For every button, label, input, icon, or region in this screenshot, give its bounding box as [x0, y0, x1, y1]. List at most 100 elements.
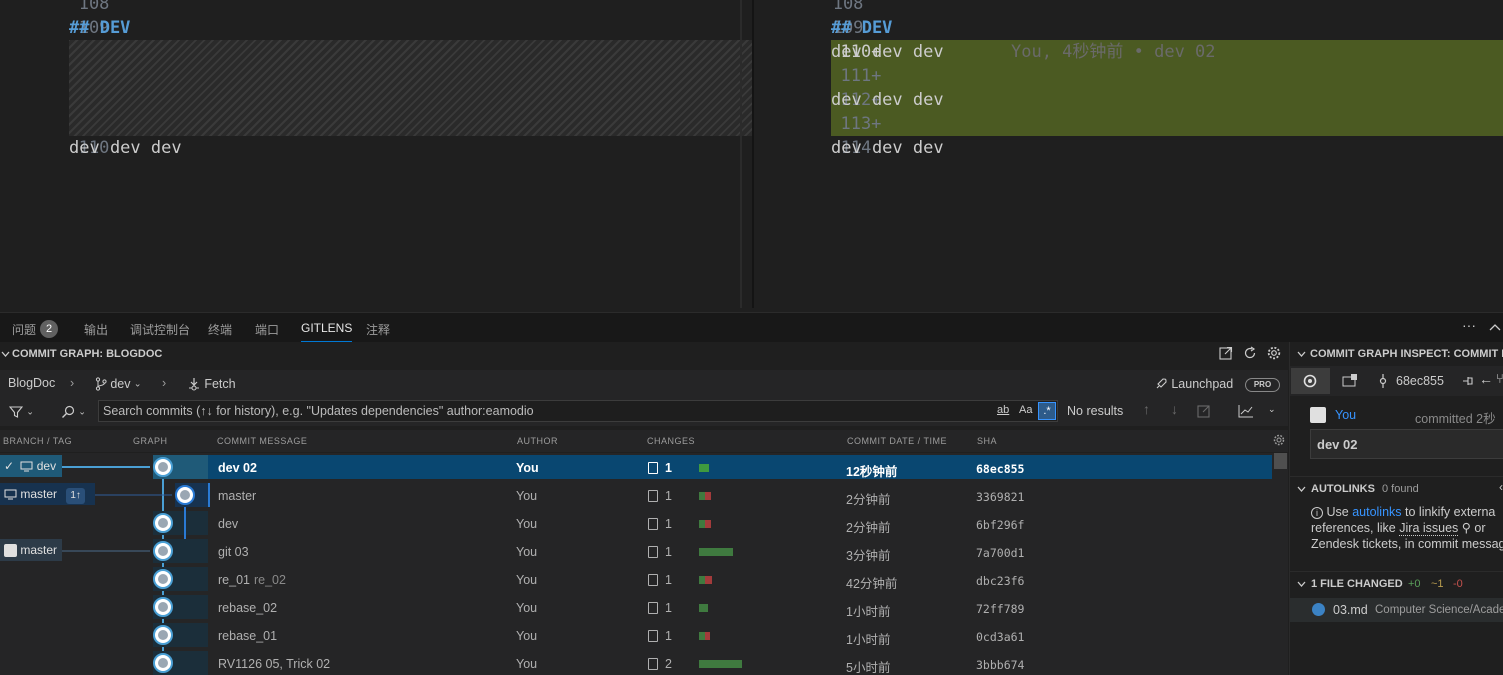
- chevron-up-icon[interactable]: [1489, 322, 1501, 332]
- inline-blame[interactable]: You, 4秒钟前 • dev 02: [1011, 40, 1216, 64]
- commit-row[interactable]: rebase_01 You 1 1小时前 0cd3a61: [0, 621, 1272, 649]
- author-link[interactable]: You: [1335, 408, 1356, 422]
- regex-toggle[interactable]: .*: [1038, 402, 1056, 420]
- commit-node[interactable]: [153, 597, 173, 617]
- commit-date: 12秒钟前: [846, 465, 898, 479]
- filter-icon: [8, 406, 24, 418]
- commit-graph-header[interactable]: COMMIT GRAPH: BLOGDOC: [0, 342, 1288, 366]
- section-title: 1 FILE CHANGED: [1311, 578, 1403, 590]
- commit-row[interactable]: dev You 1 2分钟前 6bf296f: [0, 509, 1272, 537]
- filter-button[interactable]: ⌄: [8, 404, 34, 419]
- graph-column-header: BRANCH / TAG GRAPH COMMIT MESSAGE AUTHOR…: [0, 430, 1288, 452]
- commit-node[interactable]: [153, 541, 173, 561]
- refresh-icon[interactable]: [1243, 346, 1257, 360]
- code-line: 110 dev dev dev: [0, 136, 752, 160]
- column-sha[interactable]: SHA: [977, 436, 997, 446]
- commit-message-tag: re_02: [253, 573, 286, 587]
- column-date[interactable]: COMMIT DATE / TIME: [847, 436, 947, 446]
- launchpad-button[interactable]: Launchpad: [1154, 376, 1233, 391]
- column-message[interactable]: COMMIT MESSAGE: [217, 436, 307, 446]
- branch-picker[interactable]: dev ⌄: [95, 376, 141, 391]
- match-case-toggle[interactable]: Aa: [1019, 404, 1032, 416]
- pane-divider[interactable]: [740, 0, 742, 308]
- commit-row[interactable]: rebase_02 You 1 1小时前 72ff789: [0, 593, 1272, 621]
- commit-row[interactable]: RV1126 05, Trick 02 You 2 5小时前 3bbb674: [0, 649, 1272, 675]
- tab-debug-console[interactable]: 调试控制台: [130, 321, 190, 338]
- gear-icon[interactable]: [1267, 346, 1281, 360]
- working-changes-icon[interactable]: [1342, 374, 1358, 388]
- tab-gitlens[interactable]: GITLENS: [301, 321, 353, 342]
- commit-inspect-panel: COMMIT GRAPH INSPECT: COMMIT D 68ec855 ←…: [1289, 342, 1503, 675]
- section-title: AUTOLINKS: [1311, 483, 1375, 495]
- fetch-button[interactable]: Fetch: [187, 376, 236, 391]
- rocket-icon: [1156, 378, 1167, 389]
- match-whole-word-toggle[interactable]: ab: [997, 404, 1009, 416]
- column-branch[interactable]: BRANCH / TAG: [3, 436, 72, 446]
- tab-commit-details[interactable]: [1291, 368, 1330, 394]
- file-icon: [648, 602, 658, 614]
- chevron-left-icon[interactable]: ‹: [1499, 480, 1503, 494]
- column-author[interactable]: AUTHOR: [517, 436, 558, 446]
- column-graph[interactable]: GRAPH: [133, 436, 168, 446]
- commit-author: You: [516, 657, 538, 671]
- chevron-down-icon[interactable]: ⌄: [1268, 404, 1276, 415]
- search-mode-button[interactable]: ⌄: [61, 404, 86, 419]
- commit-row[interactable]: re_01 re_02 You 1 42分钟前 dbc23f6: [0, 565, 1272, 593]
- code-line: 112+ dev dev dev: [754, 88, 1503, 112]
- panel-tab-bar: 问题 2 输出 调试控制台 终端 端口 GITLENS 注释 ···: [0, 312, 1503, 342]
- tab-output[interactable]: 输出: [84, 321, 108, 338]
- arrow-left-icon[interactable]: ←: [1479, 371, 1493, 387]
- open-in-editor-icon[interactable]: [1219, 346, 1233, 360]
- chevron-down-icon: ⌄: [26, 406, 34, 417]
- arrow-down-icon[interactable]: ↓: [1171, 401, 1178, 417]
- arrow-up-icon[interactable]: ↑: [1143, 401, 1150, 417]
- column-settings-icon[interactable]: [1273, 434, 1285, 446]
- commit-node[interactable]: [153, 569, 173, 589]
- more-actions-icon[interactable]: ···: [1462, 317, 1476, 333]
- help-text: references, like: [1311, 521, 1396, 535]
- diff-editor[interactable]: 108 109 ## DEV 110 dev dev dev 108 109 #…: [0, 0, 1503, 308]
- chevron-down-icon[interactable]: [1, 350, 10, 358]
- commit-node[interactable]: [153, 513, 173, 533]
- autolinks-link[interactable]: autolinks: [1352, 505, 1401, 519]
- diff-left-pane[interactable]: 108 109 ## DEV 110 dev dev dev: [0, 0, 752, 308]
- tab-comments[interactable]: 注释: [366, 321, 390, 338]
- scrollbar-thumb[interactable]: [1274, 453, 1287, 469]
- changed-file-item[interactable]: 03.md Computer Science/Acade: [1290, 598, 1503, 622]
- diff-right-pane[interactable]: 108 109 ## DEV 110+ dev dev dev You, 4秒钟…: [754, 0, 1503, 308]
- branch-icon[interactable]: ⑂: [1496, 371, 1503, 386]
- commit-row[interactable]: dev 02 You 1 12秒钟前 68ec855: [0, 453, 1272, 481]
- autolinks-help: i Use autolinks to linkify externa refer…: [1311, 504, 1503, 552]
- commit-row[interactable]: git 03 You 1 3分钟前 7a700d1: [0, 537, 1272, 565]
- commit-node[interactable]: [153, 457, 173, 477]
- commit-list[interactable]: ✓ dev master 1↑ master dev 02 You 1 12秒钟…: [0, 453, 1288, 675]
- commit-row[interactable]: master You 1 2分钟前 3369821: [0, 481, 1272, 509]
- autolinks-header[interactable]: AUTOLINKS 0 found ‹: [1290, 476, 1503, 498]
- search-box[interactable]: ab Aa .*: [98, 400, 1058, 422]
- file-name: 03.md: [1333, 603, 1368, 617]
- repo-name-button[interactable]: BlogDoc: [8, 376, 55, 390]
- files-changed-header[interactable]: 1 FILE CHANGED +0 ~1 -0: [1290, 571, 1503, 593]
- inspect-header[interactable]: COMMIT GRAPH INSPECT: COMMIT D: [1290, 342, 1503, 366]
- file-icon: [648, 658, 658, 670]
- commit-message-box[interactable]: dev 02: [1310, 429, 1503, 459]
- pin-icon[interactable]: [1461, 374, 1475, 388]
- commit-node[interactable]: [153, 653, 173, 673]
- commit-node[interactable]: [153, 625, 173, 645]
- search-input[interactable]: [103, 403, 983, 419]
- commit-sha-label[interactable]: 68ec855: [1396, 374, 1444, 388]
- chart-line-icon[interactable]: [1238, 404, 1254, 418]
- tab-terminal[interactable]: 终端: [208, 321, 232, 338]
- search-results-status: No results: [1067, 404, 1124, 418]
- commit-node[interactable]: [175, 485, 195, 505]
- jira-issues-link[interactable]: Jira issues: [1399, 521, 1459, 536]
- vertical-scrollbar[interactable]: [1274, 453, 1287, 675]
- chevron-down-icon: [1297, 486, 1306, 492]
- changes-bar: [705, 492, 711, 500]
- chevron-down-icon[interactable]: [1297, 350, 1306, 358]
- tab-problems[interactable]: 问题 2: [12, 320, 59, 339]
- column-changes[interactable]: CHANGES: [647, 436, 695, 446]
- open-search-results-icon[interactable]: [1197, 404, 1211, 418]
- tab-ports[interactable]: 端口: [255, 321, 279, 338]
- changes-bar: [705, 576, 712, 584]
